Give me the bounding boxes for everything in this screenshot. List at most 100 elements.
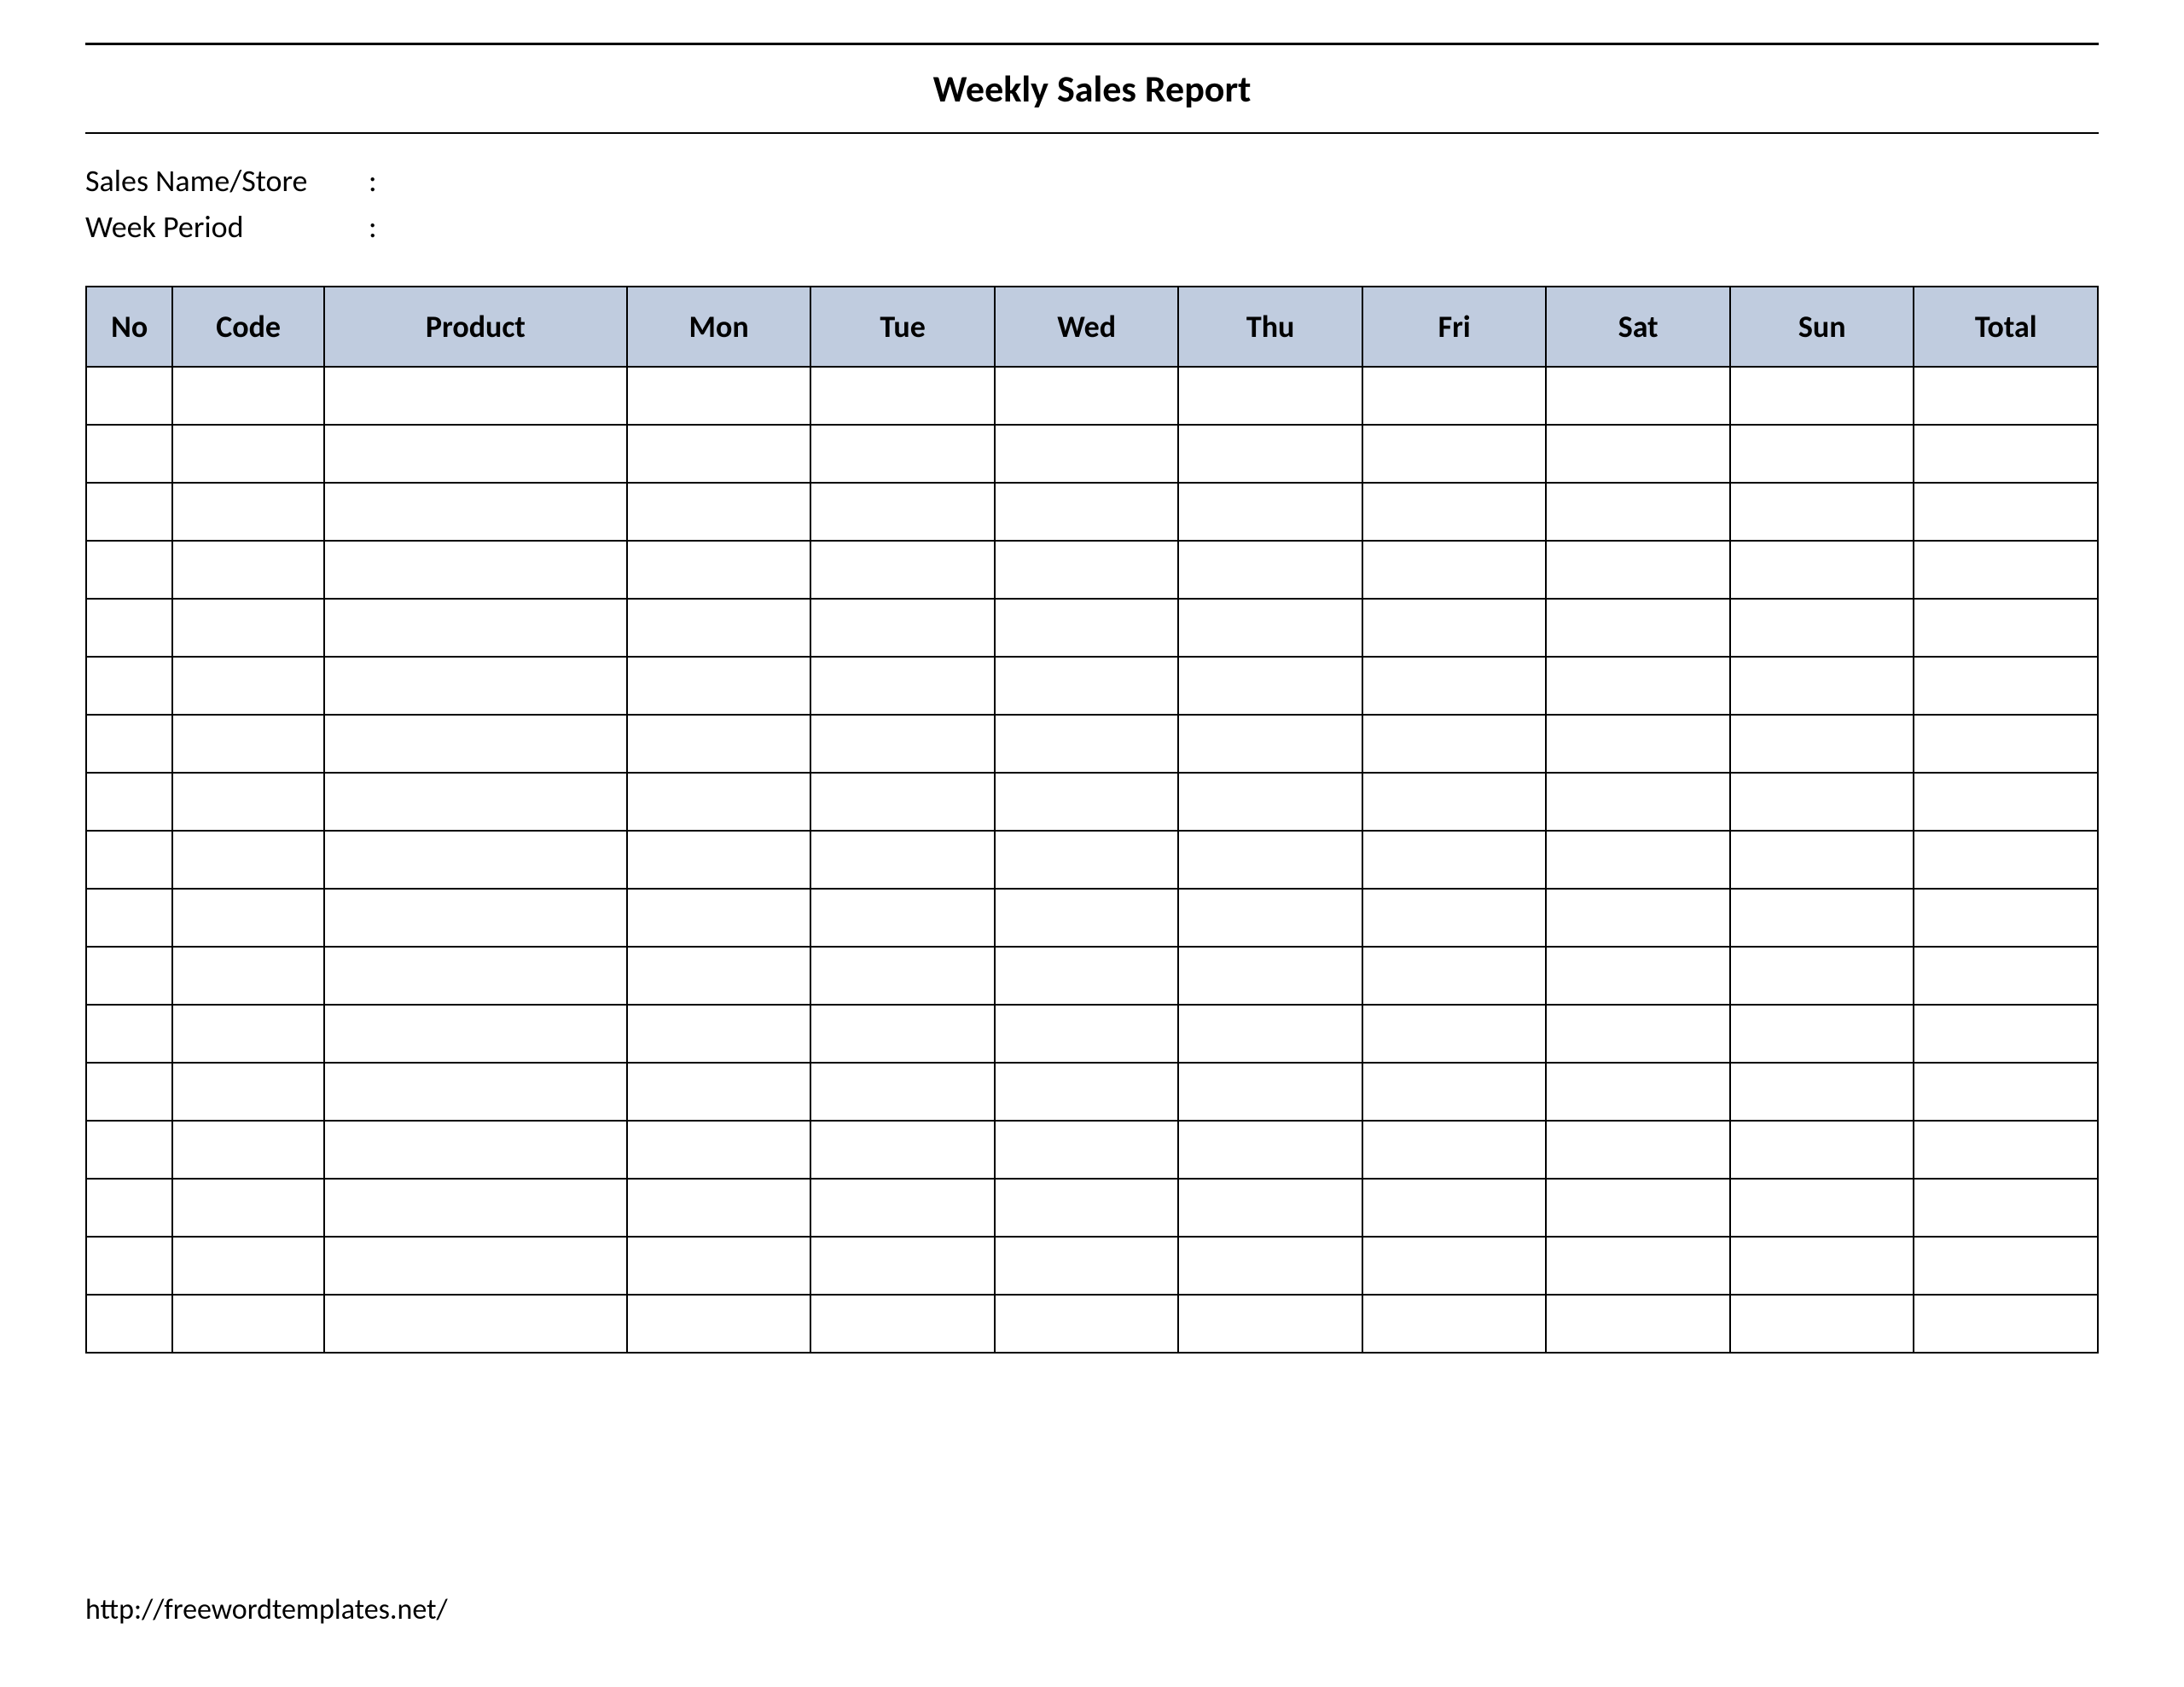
table-cell <box>810 541 995 599</box>
table-cell <box>86 1005 172 1063</box>
table-cell <box>995 1179 1179 1237</box>
table-cell <box>1362 1121 1547 1179</box>
table-cell <box>86 831 172 889</box>
table-cell <box>1914 599 2098 657</box>
table-cell <box>172 367 323 425</box>
table-cell <box>1178 425 1362 483</box>
table-cell <box>1362 715 1547 773</box>
table-cell <box>1730 947 1914 1005</box>
table-cell <box>1914 541 2098 599</box>
table-cell <box>995 1005 1179 1063</box>
table-cell <box>1178 831 1362 889</box>
table-cell <box>172 1121 323 1179</box>
table-cell <box>627 773 811 831</box>
table-cell <box>1362 1005 1547 1063</box>
table-cell <box>86 715 172 773</box>
table-cell <box>324 367 627 425</box>
table-cell <box>1546 773 1730 831</box>
table-cell <box>1362 483 1547 541</box>
col-header-thu: Thu <box>1178 287 1362 367</box>
table-cell <box>324 1121 627 1179</box>
table-cell <box>995 1121 1179 1179</box>
table-cell <box>627 889 811 947</box>
table-cell <box>1730 1295 1914 1353</box>
table-cell <box>324 1005 627 1063</box>
table-header-row: No Code Product Mon Tue Wed Thu Fri Sat … <box>86 287 2098 367</box>
table-cell <box>324 1179 627 1237</box>
table-row <box>86 773 2098 831</box>
table-row <box>86 1121 2098 1179</box>
table-cell <box>995 425 1179 483</box>
table-cell <box>810 367 995 425</box>
table-cell <box>1914 715 2098 773</box>
table-cell <box>1546 1121 1730 1179</box>
table-cell <box>1178 1237 1362 1295</box>
table-cell <box>995 657 1179 715</box>
table-cell <box>1546 541 1730 599</box>
table-cell <box>995 367 1179 425</box>
table-cell <box>1730 367 1914 425</box>
col-header-tue: Tue <box>810 287 995 367</box>
col-header-sat: Sat <box>1546 287 1730 367</box>
table-cell <box>627 1179 811 1237</box>
table-cell <box>324 425 627 483</box>
table-cell <box>324 483 627 541</box>
title-rule-bottom <box>85 132 2099 134</box>
col-header-code: Code <box>172 287 323 367</box>
table-cell <box>86 599 172 657</box>
table-cell <box>86 1295 172 1353</box>
table-cell <box>1362 1063 1547 1121</box>
table-cell <box>1546 1295 1730 1353</box>
sales-table: No Code Product Mon Tue Wed Thu Fri Sat … <box>85 286 2099 1354</box>
table-cell <box>324 773 627 831</box>
table-cell <box>810 1121 995 1179</box>
col-header-no: No <box>86 287 172 367</box>
table-cell <box>86 425 172 483</box>
table-cell <box>1730 657 1914 715</box>
table-cell <box>1362 1237 1547 1295</box>
table-cell <box>1546 483 1730 541</box>
col-header-sun: Sun <box>1730 287 1914 367</box>
table-cell <box>324 1295 627 1353</box>
table-cell <box>995 1063 1179 1121</box>
table-cell <box>172 541 323 599</box>
table-cell <box>1914 1005 2098 1063</box>
table-cell <box>1362 831 1547 889</box>
table-cell <box>810 1005 995 1063</box>
table-cell <box>1546 367 1730 425</box>
table-cell <box>1178 1005 1362 1063</box>
table-row <box>86 1005 2098 1063</box>
footer-url: http://freewordtemplates.net/ <box>85 1592 448 1627</box>
table-cell <box>324 831 627 889</box>
table-row <box>86 1237 2098 1295</box>
table-cell <box>810 599 995 657</box>
table-cell <box>172 831 323 889</box>
table-cell <box>810 715 995 773</box>
table-cell <box>1178 1063 1362 1121</box>
table-cell <box>324 889 627 947</box>
table-cell <box>1178 1179 1362 1237</box>
table-cell <box>1730 425 1914 483</box>
table-cell <box>1362 599 1547 657</box>
meta-label-sales: Sales Name/Store <box>85 158 358 204</box>
table-cell <box>86 367 172 425</box>
table-cell <box>627 1005 811 1063</box>
table-row <box>86 831 2098 889</box>
table-cell <box>172 947 323 1005</box>
table-cell <box>1914 1179 2098 1237</box>
table-cell <box>810 831 995 889</box>
table-cell <box>1362 1179 1547 1237</box>
table-cell <box>172 1237 323 1295</box>
table-cell <box>1914 1295 2098 1353</box>
table-cell <box>172 599 323 657</box>
table-cell <box>1178 599 1362 657</box>
table-cell <box>627 1237 811 1295</box>
table-cell <box>1546 425 1730 483</box>
table-cell <box>1178 541 1362 599</box>
table-cell <box>1914 1237 2098 1295</box>
table-cell <box>1914 947 2098 1005</box>
table-cell <box>172 657 323 715</box>
table-cell <box>995 773 1179 831</box>
table-row <box>86 1295 2098 1353</box>
page: Weekly Sales Report Sales Name/Store : W… <box>0 0 2184 1354</box>
